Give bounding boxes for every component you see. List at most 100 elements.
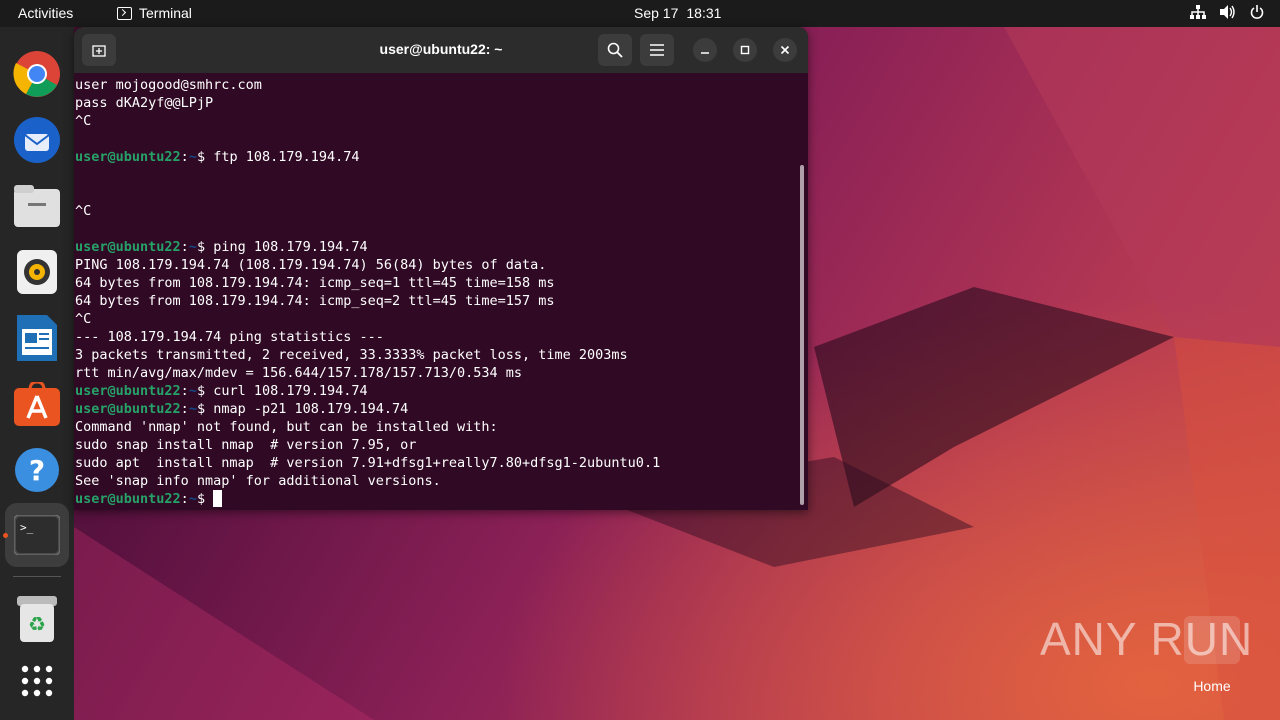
output-text: ^C bbox=[75, 203, 92, 219]
prompt-dollar: $ bbox=[196, 401, 214, 417]
thunderbird-icon bbox=[14, 117, 60, 163]
output-text: rtt min/avg/max/mdev = 156.644/157.178/1… bbox=[75, 365, 523, 381]
output-line: 64 bytes from 108.179.194.74: icmp_seq=2… bbox=[75, 292, 795, 310]
command-line: user@ubuntu22:~$ ftp 108.179.194.74 bbox=[75, 148, 795, 166]
output-line: ^C bbox=[75, 202, 795, 220]
dock: ? >_ ♻ bbox=[0, 27, 74, 720]
volume-icon bbox=[1220, 5, 1235, 19]
terminal-titlebar[interactable]: user@ubuntu22: ~ bbox=[74, 27, 808, 73]
prompt-separator: : bbox=[180, 149, 189, 165]
search-button[interactable] bbox=[598, 34, 632, 66]
app-center-icon bbox=[14, 382, 60, 426]
minimize-icon bbox=[701, 52, 709, 54]
rhythmbox-icon bbox=[17, 250, 57, 294]
prompt-user: user@ubuntu22 bbox=[75, 239, 181, 255]
dock-separator bbox=[13, 576, 61, 577]
prompt-user: user@ubuntu22 bbox=[75, 491, 181, 507]
dock-item-trash[interactable]: ♻ bbox=[11, 593, 63, 645]
prompt-user: user@ubuntu22 bbox=[75, 383, 181, 399]
home-folder-icon bbox=[1184, 616, 1240, 664]
command-text: curl 108.179.194.74 bbox=[213, 383, 368, 399]
output-text: 64 bytes from 108.179.194.74: icmp_seq=2… bbox=[75, 293, 555, 309]
output-line: 64 bytes from 108.179.194.74: icmp_seq=1… bbox=[75, 274, 795, 292]
output-line: See 'snap info nmap' for additional vers… bbox=[75, 472, 795, 490]
output-text: ^C bbox=[75, 113, 92, 129]
output-line: PING 108.179.194.74 (108.179.194.74) 56(… bbox=[75, 256, 795, 274]
system-tray[interactable] bbox=[1190, 5, 1264, 19]
home-folder-label: Home bbox=[1193, 678, 1231, 694]
output-text: sudo apt install nmap # version 7.91+dfs… bbox=[75, 455, 661, 471]
svg-text:♻: ♻ bbox=[28, 612, 46, 636]
output-line: --- 108.179.194.74 ping statistics --- bbox=[75, 328, 795, 346]
power-icon bbox=[1250, 5, 1264, 19]
prompt-path: ~ bbox=[188, 149, 197, 165]
activities-button[interactable]: Activities bbox=[18, 5, 73, 21]
output-text: 64 bytes from 108.179.194.74: icmp_seq=1… bbox=[75, 275, 555, 291]
desktop-home-folder[interactable]: Home bbox=[1180, 616, 1244, 694]
close-icon bbox=[780, 45, 790, 55]
terminal-scrollbar[interactable] bbox=[800, 165, 804, 505]
prompt-dollar: $ bbox=[196, 149, 214, 165]
prompt-path: ~ bbox=[188, 491, 197, 507]
command-text: ftp 108.179.194.74 bbox=[213, 149, 360, 165]
output-line: user mojogood@smhrc.com bbox=[75, 76, 795, 94]
minimize-button[interactable] bbox=[693, 38, 717, 62]
search-icon bbox=[607, 42, 623, 58]
writer-icon bbox=[17, 315, 57, 361]
output-line: ^C bbox=[75, 310, 795, 328]
clock-time: 18:31 bbox=[686, 5, 722, 21]
dock-item-writer[interactable] bbox=[11, 312, 63, 364]
dock-item-show-apps[interactable] bbox=[11, 655, 63, 707]
output-text: --- 108.179.194.74 ping statistics --- bbox=[75, 329, 384, 345]
clock[interactable]: Sep 17 18:31 bbox=[634, 5, 721, 21]
output-line: pass dKA2yf@@LPjP bbox=[75, 94, 795, 112]
output-text: pass dKA2yf@@LPjP bbox=[75, 95, 214, 111]
dock-item-terminal[interactable]: >_ bbox=[5, 503, 69, 567]
output-text: PING 108.179.194.74 (108.179.194.74) 56(… bbox=[75, 257, 547, 273]
prompt-separator: : bbox=[180, 239, 189, 255]
svg-text:?: ? bbox=[29, 454, 45, 487]
dock-item-rhythmbox[interactable] bbox=[11, 246, 63, 298]
prompt-separator: : bbox=[180, 383, 189, 399]
terminal-output[interactable]: user mojogood@smhrc.com pass dKA2yf@@LPjP… bbox=[75, 76, 795, 508]
terminal-running-indicator bbox=[3, 533, 8, 538]
maximize-icon bbox=[740, 45, 750, 55]
command-line: user@ubuntu22:~$ bbox=[75, 490, 795, 508]
hamburger-menu-icon bbox=[650, 44, 664, 56]
trash-icon: ♻ bbox=[17, 596, 57, 642]
prompt-user: user@ubuntu22 bbox=[75, 149, 181, 165]
output-line: ^C bbox=[75, 112, 795, 130]
output-text: ^C bbox=[75, 311, 92, 327]
text-cursor bbox=[213, 490, 223, 507]
output-text: Command 'nmap' not found, but can be ins… bbox=[75, 419, 498, 435]
close-button[interactable] bbox=[773, 38, 797, 62]
network-icon bbox=[1190, 5, 1206, 19]
dock-item-help[interactable]: ? bbox=[11, 444, 63, 496]
files-icon bbox=[14, 185, 60, 227]
output-text: See 'snap info nmap' for additional vers… bbox=[75, 473, 441, 489]
menu-button[interactable] bbox=[640, 34, 674, 66]
prompt-path: ~ bbox=[188, 383, 197, 399]
dock-item-app-center[interactable] bbox=[11, 378, 63, 430]
dock-item-chrome[interactable] bbox=[11, 48, 63, 100]
terminal-window[interactable]: user@ubuntu22: ~ user mojogood@smhrc.com… bbox=[74, 27, 808, 510]
svg-text:>_: >_ bbox=[20, 521, 34, 534]
command-text: nmap -p21 108.179.194.74 bbox=[213, 401, 409, 417]
command-line: user@ubuntu22:~$ curl 108.179.194.74 bbox=[75, 382, 795, 400]
dock-item-thunderbird[interactable] bbox=[11, 114, 63, 166]
terminal-small-icon bbox=[117, 6, 132, 20]
maximize-button[interactable] bbox=[733, 38, 757, 62]
prompt-dollar: $ bbox=[196, 383, 214, 399]
output-line: rtt min/avg/max/mdev = 156.644/157.178/1… bbox=[75, 364, 795, 382]
dock-item-files[interactable] bbox=[11, 180, 63, 232]
top-bar: Activities Terminal Sep 17 18:31 bbox=[0, 0, 1280, 27]
prompt-path: ~ bbox=[188, 401, 197, 417]
prompt-path: ~ bbox=[188, 239, 197, 255]
app-menu[interactable]: Terminal bbox=[117, 5, 192, 21]
app-grid-icon bbox=[21, 665, 53, 697]
command-line: user@ubuntu22:~$ nmap -p21 108.179.194.7… bbox=[75, 400, 795, 418]
output-text: 3 packets transmitted, 2 received, 33.33… bbox=[75, 347, 628, 363]
command-text: ping 108.179.194.74 bbox=[213, 239, 368, 255]
